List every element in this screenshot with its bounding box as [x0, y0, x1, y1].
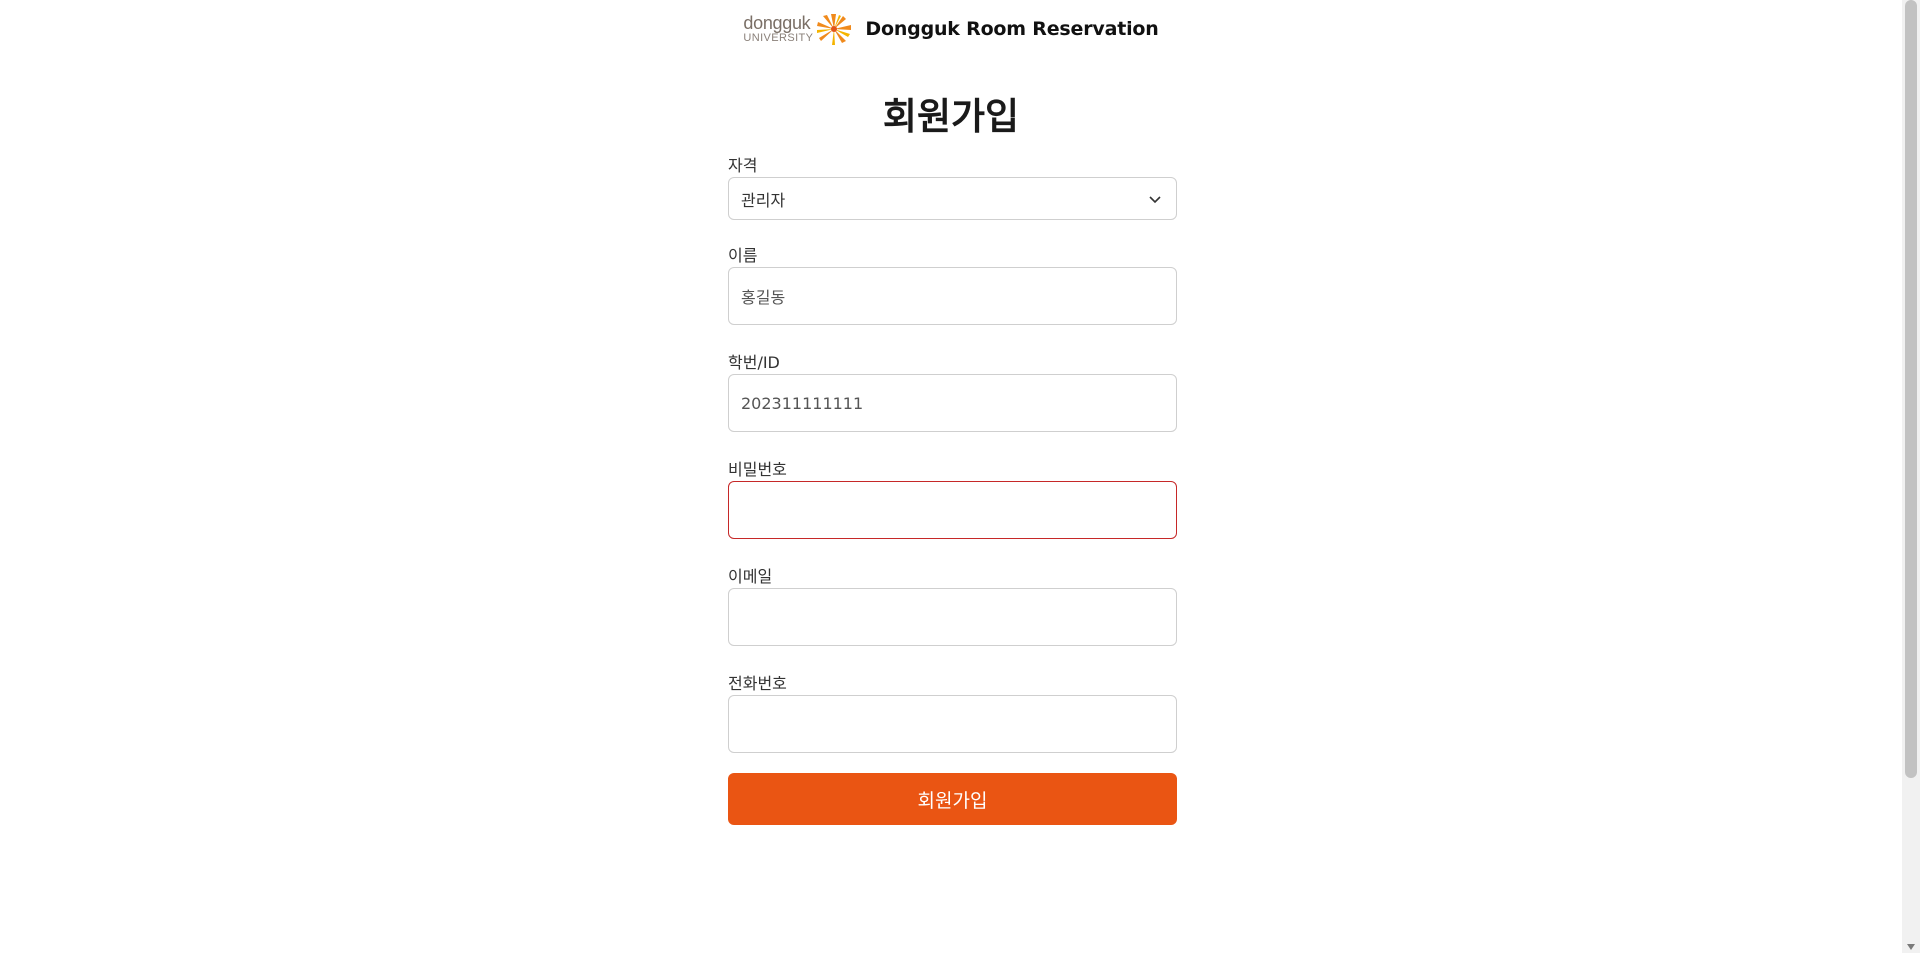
email-label: 이메일 — [728, 567, 773, 586]
password-label: 비밀번호 — [728, 460, 787, 479]
password-input[interactable] — [728, 481, 1177, 539]
role-label: 자격 — [728, 156, 758, 175]
phone-label: 전화번호 — [728, 674, 787, 693]
email-input[interactable] — [728, 588, 1177, 646]
page-title: 회원가입 — [882, 95, 1020, 138]
signup-form: 자격 관리자 이름 홍길동 학번/ID 202311111111 비밀번호 이메… — [728, 155, 1177, 825]
phone-input[interactable] — [728, 695, 1177, 753]
logo-subtext: UNIVERSITY — [743, 32, 814, 44]
role-select[interactable]: 관리자 — [728, 177, 1177, 220]
scrollbar-thumb[interactable] — [1905, 0, 1917, 778]
signup-submit-button[interactable]: 회원가입 — [728, 773, 1177, 825]
student-id-label: 학번/ID — [728, 353, 780, 372]
name-input[interactable]: 홍길동 — [728, 267, 1177, 325]
student-id-input-value: 202311111111 — [741, 393, 864, 413]
name-input-value: 홍길동 — [741, 288, 786, 307]
app-title: Dongguk Room Reservation — [865, 18, 1159, 40]
lotus-emblem-icon — [817, 14, 852, 45]
logo-wordmark: dongguk — [743, 13, 811, 33]
scroll-down-arrow-icon[interactable] — [1907, 944, 1915, 950]
name-label: 이름 — [728, 246, 758, 265]
vertical-scrollbar[interactable] — [1902, 0, 1920, 953]
chevron-down-icon — [1149, 196, 1161, 204]
role-select-value: 관리자 — [741, 190, 786, 210]
dongguk-logo[interactable]: dongguk UNIVERSITY — [743, 12, 853, 46]
student-id-input[interactable]: 202311111111 — [728, 374, 1177, 432]
site-header: dongguk UNIVERSITY Dongguk Room Reservat — [0, 11, 1902, 47]
